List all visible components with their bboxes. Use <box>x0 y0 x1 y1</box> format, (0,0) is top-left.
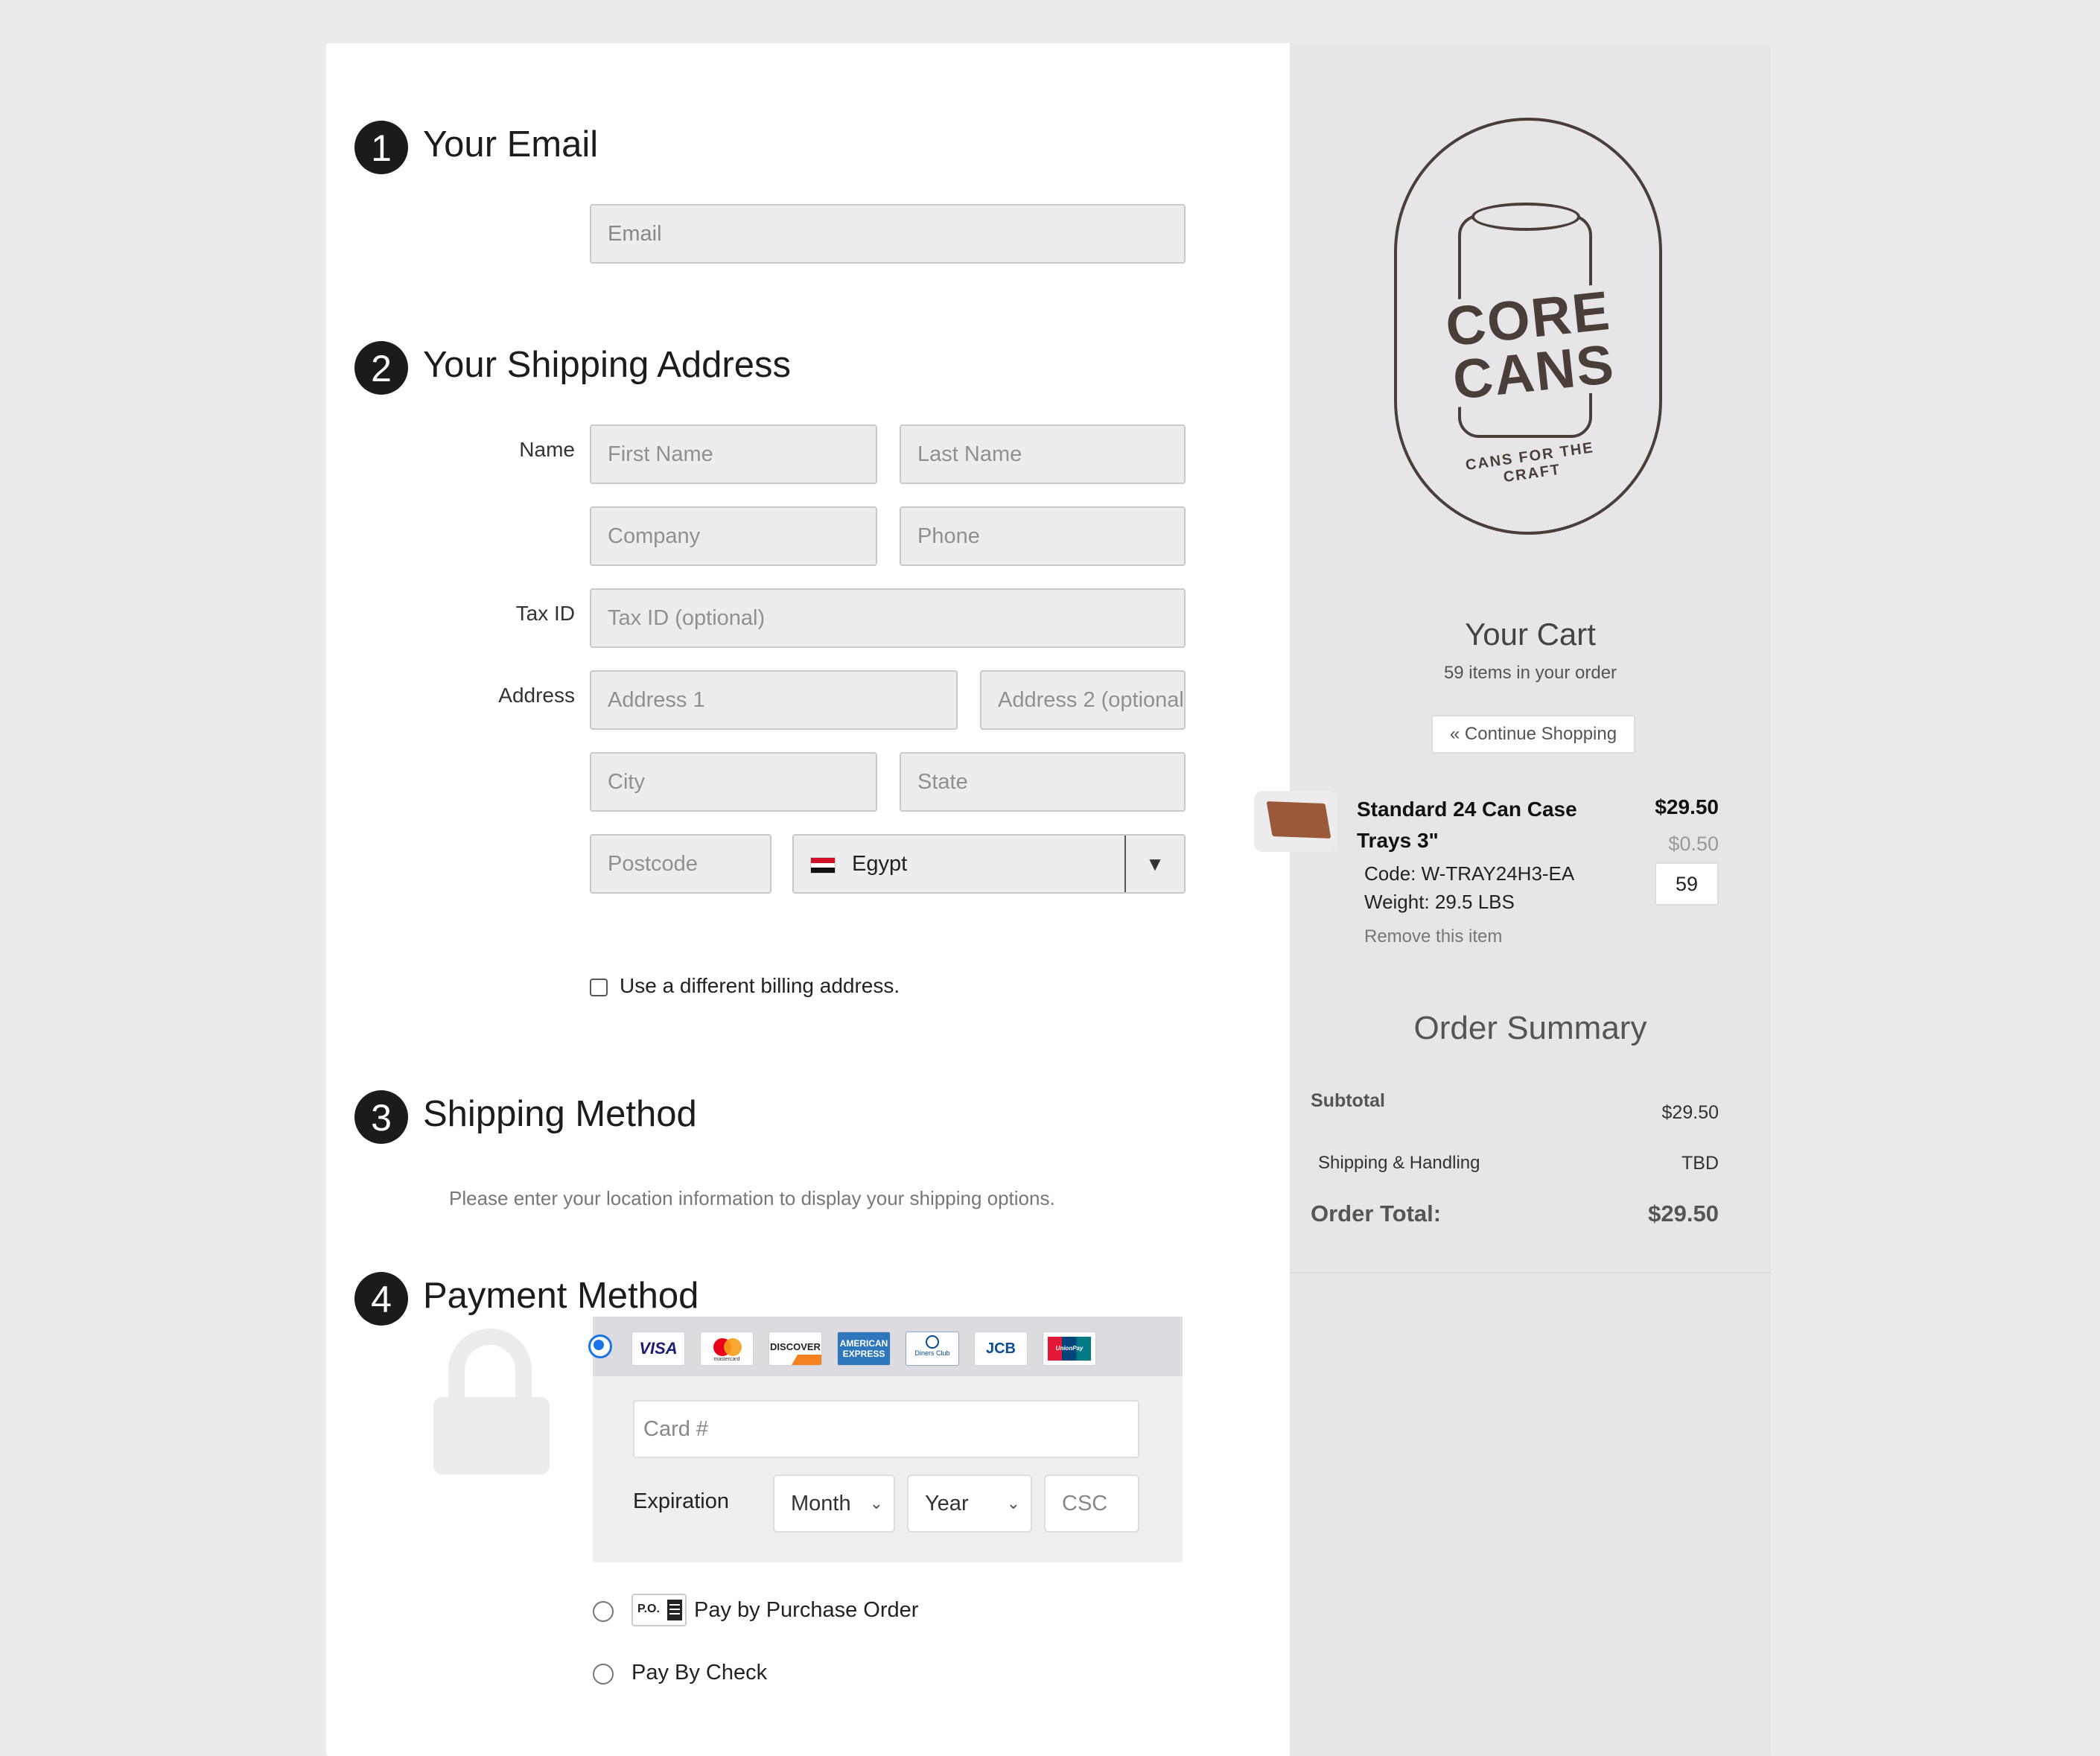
state-input[interactable]: State <box>900 752 1186 812</box>
subtotal-label: Subtotal <box>1311 1090 1385 1111</box>
csc-input[interactable]: CSC <box>1044 1475 1139 1533</box>
chevron-down-icon: ⌄ <box>869 1494 883 1512</box>
month-select[interactable]: Month ⌄ <box>773 1475 895 1533</box>
step-2-badge: 2 <box>354 341 408 395</box>
lock-icon <box>430 1329 550 1477</box>
step-1-badge: 1 <box>354 121 408 174</box>
core-cans-logo: CORE CANS CANS FOR THE CRAFT <box>1394 118 1662 535</box>
pay-by-check-radio[interactable] <box>593 1664 614 1685</box>
subtotal-value: $29.50 <box>1661 1102 1719 1123</box>
dropdown-triangle-icon[interactable]: ▼ <box>1124 836 1184 892</box>
order-total-label: Order Total: <box>1311 1200 1442 1227</box>
year-value: Year <box>925 1492 969 1515</box>
product-weight: Weight: 29.5 LBS <box>1364 891 1515 913</box>
company-input[interactable]: Company <box>590 506 877 566</box>
phone-input[interactable]: Phone <box>900 506 1186 566</box>
month-value: Month <box>791 1492 851 1515</box>
credit-card-radio[interactable] <box>588 1335 612 1358</box>
tax-id-label: Tax ID <box>515 602 575 625</box>
order-total-value: $29.50 <box>1648 1200 1719 1227</box>
tax-id-input[interactable]: Tax ID (optional) <box>590 588 1186 648</box>
country-value: Egypt <box>852 852 908 876</box>
postcode-input[interactable]: Postcode <box>590 834 771 894</box>
checkout-page: 1 Your Email Email 2 Your Shipping Addre… <box>326 43 1771 1756</box>
product-unit-price: $0.50 <box>1668 833 1719 855</box>
product-price: $29.50 <box>1655 795 1719 818</box>
cart-sidebar: CORE CANS CANS FOR THE CRAFT Your Cart 5… <box>1254 43 1771 1756</box>
unionpay-icon: UnionPay <box>1043 1332 1096 1366</box>
name-label: Name <box>519 438 575 461</box>
visa-icon: VISA <box>631 1332 685 1366</box>
logo-tagline: CANS FOR THE CRAFT <box>1464 439 1596 486</box>
country-select[interactable]: Egypt ▼ <box>792 834 1186 894</box>
purchase-order-radio[interactable] <box>593 1601 614 1622</box>
quantity-input[interactable]: 59 <box>1655 862 1719 906</box>
payment-method-title: Payment Method <box>423 1276 699 1316</box>
logo-wordmark: CORE CANS <box>1429 279 1633 411</box>
address-label: Address <box>498 684 575 707</box>
continue-shopping-label: Continue Shopping <box>1464 724 1617 744</box>
product-name[interactable]: Standard 24 Can Case Trays 3" <box>1357 794 1577 856</box>
cart-item-count: 59 items in your order <box>1443 663 1617 683</box>
discover-icon: DISCOVER <box>769 1332 822 1366</box>
address1-input[interactable]: Address 1 <box>590 670 958 730</box>
shipping-handling-value: TBD <box>1681 1153 1719 1174</box>
double-chevron-left-icon: « <box>1449 724 1460 744</box>
diners-club-icon: Diners Club <box>906 1332 959 1366</box>
checkout-form: 1 Your Email Email 2 Your Shipping Addre… <box>326 43 1290 1756</box>
egypt-flag-icon <box>810 857 836 874</box>
cart-title: Your Cart <box>1465 617 1596 652</box>
shipping-address-title: Your Shipping Address <box>423 345 791 385</box>
last-name-input[interactable]: Last Name <box>900 424 1186 484</box>
shipping-handling-label: Shipping & Handling <box>1318 1153 1480 1173</box>
jcb-icon: JCB <box>974 1332 1028 1366</box>
shipping-method-title: Shipping Method <box>423 1094 697 1134</box>
card-number-input[interactable]: Card # <box>633 1400 1139 1458</box>
expiration-label: Expiration <box>633 1489 729 1513</box>
address2-input[interactable]: Address 2 (optional) <box>980 670 1186 730</box>
purchase-order-label: Pay by Purchase Order <box>694 1598 919 1622</box>
product-code: Code: W-TRAY24H3-EA <box>1364 862 1575 885</box>
credit-card-panel: VISA mastercard DISCOVER AMERICAN EXPRES… <box>588 1317 1183 1562</box>
email-section-title: Your Email <box>423 124 599 165</box>
remove-item-link[interactable]: Remove this item <box>1364 926 1502 947</box>
billing-address-checkbox[interactable] <box>590 979 608 996</box>
mastercard-icon: mastercard <box>700 1332 754 1366</box>
summary-divider <box>1290 1272 1771 1273</box>
continue-shopping-button[interactable]: « Continue Shopping <box>1431 715 1635 754</box>
first-name-input[interactable]: First Name <box>590 424 877 484</box>
amex-icon: AMERICAN EXPRESS <box>837 1332 891 1366</box>
step-4-badge: 4 <box>354 1272 408 1326</box>
email-input[interactable]: Email <box>590 204 1186 264</box>
chevron-down-icon: ⌄ <box>1006 1494 1020 1512</box>
pay-by-check-label: Pay By Check <box>631 1661 768 1685</box>
year-select[interactable]: Year ⌄ <box>907 1475 1032 1533</box>
order-summary-title: Order Summary <box>1413 1010 1647 1046</box>
product-thumbnail[interactable] <box>1254 791 1337 852</box>
city-input[interactable]: City <box>590 752 877 812</box>
billing-address-label: Use a different billing address. <box>620 974 900 997</box>
shipping-method-message: Please enter your location information t… <box>449 1187 1055 1209</box>
step-3-badge: 3 <box>354 1090 408 1144</box>
purchase-order-icon: P.O. <box>631 1594 687 1626</box>
